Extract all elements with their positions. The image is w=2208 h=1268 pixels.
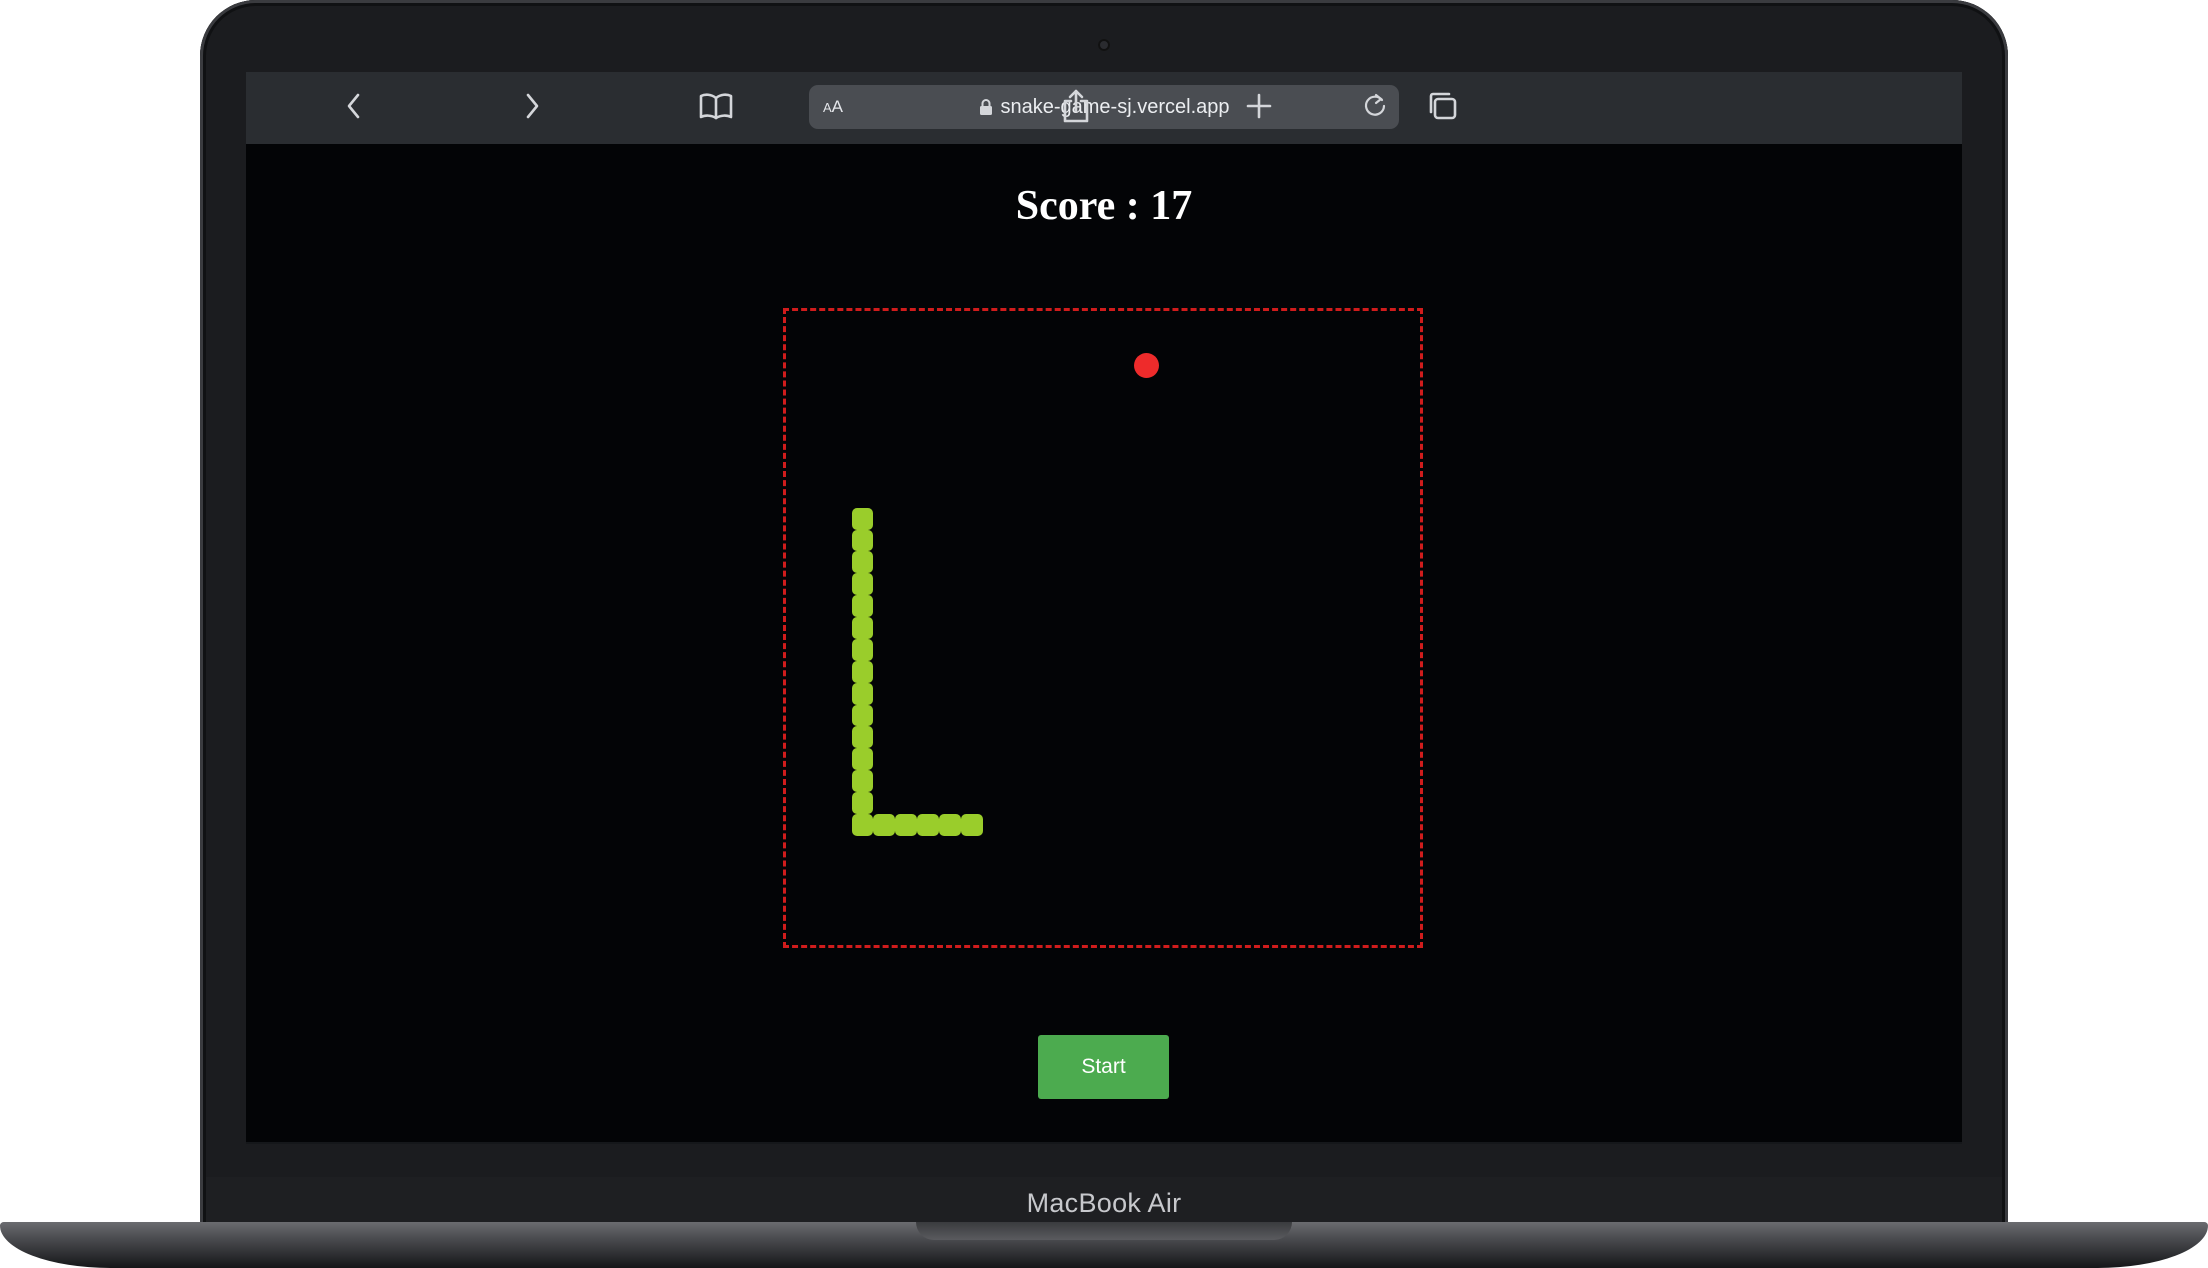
snake-segment bbox=[851, 726, 874, 749]
snake-segment bbox=[851, 595, 874, 618]
page-edge bbox=[246, 1142, 1962, 1144]
tabs-overview-button[interactable] bbox=[1422, 88, 1462, 128]
chevron-left-icon bbox=[344, 92, 364, 125]
snake-segment bbox=[851, 682, 874, 705]
game-board[interactable] bbox=[783, 308, 1423, 948]
back-button[interactable] bbox=[334, 88, 374, 128]
tabs-icon bbox=[1426, 91, 1458, 126]
forward-button[interactable] bbox=[512, 88, 552, 128]
book-icon bbox=[699, 92, 733, 125]
lock-icon bbox=[979, 98, 993, 116]
browser-toolbar: AA snake-game-sj.vercel.app bbox=[246, 72, 1962, 144]
snake-segment bbox=[851, 573, 874, 596]
reload-button[interactable] bbox=[1359, 91, 1391, 123]
url-text: snake-game-sj.vercel.app bbox=[1000, 95, 1230, 118]
model-label: MacBook Air bbox=[1026, 1188, 1182, 1218]
snake-segment bbox=[851, 813, 874, 836]
camera bbox=[1098, 39, 1110, 51]
snake-segment bbox=[851, 660, 874, 683]
snake-segment bbox=[851, 551, 874, 574]
chevron-right-icon bbox=[522, 92, 542, 125]
food-dot bbox=[1134, 353, 1160, 379]
snake-segment bbox=[851, 770, 874, 792]
address-bar[interactable]: AA snake-game-sj.vercel.app bbox=[809, 85, 1399, 129]
snake-segment bbox=[851, 507, 874, 530]
new-tab-button[interactable] bbox=[1239, 88, 1279, 128]
url-display[interactable]: snake-game-sj.vercel.app bbox=[809, 85, 1399, 129]
snake-segment bbox=[960, 813, 983, 836]
snake-segment bbox=[895, 813, 918, 836]
snake-segment bbox=[873, 813, 896, 836]
snake-segment bbox=[851, 617, 874, 639]
snake-segment bbox=[851, 529, 874, 552]
browser-window: AA snake-game-sj.vercel.app Score: 17 S… bbox=[246, 72, 1962, 1144]
snake-segment bbox=[851, 791, 874, 814]
snake-segment bbox=[851, 748, 874, 771]
snake-segment bbox=[939, 813, 961, 836]
share-icon bbox=[1061, 89, 1091, 128]
snake-segment bbox=[851, 638, 874, 661]
snake-segment bbox=[851, 704, 874, 727]
score-display: Score : 17 bbox=[1015, 183, 1193, 229]
hinge-notch bbox=[916, 1222, 1292, 1240]
start-button[interactable]: Start bbox=[1038, 1035, 1169, 1099]
snake-segment bbox=[917, 813, 940, 836]
share-button[interactable] bbox=[1056, 88, 1096, 128]
plus-icon bbox=[1245, 92, 1273, 125]
reload-icon bbox=[1362, 92, 1388, 123]
bookmarks-button[interactable] bbox=[696, 88, 736, 128]
